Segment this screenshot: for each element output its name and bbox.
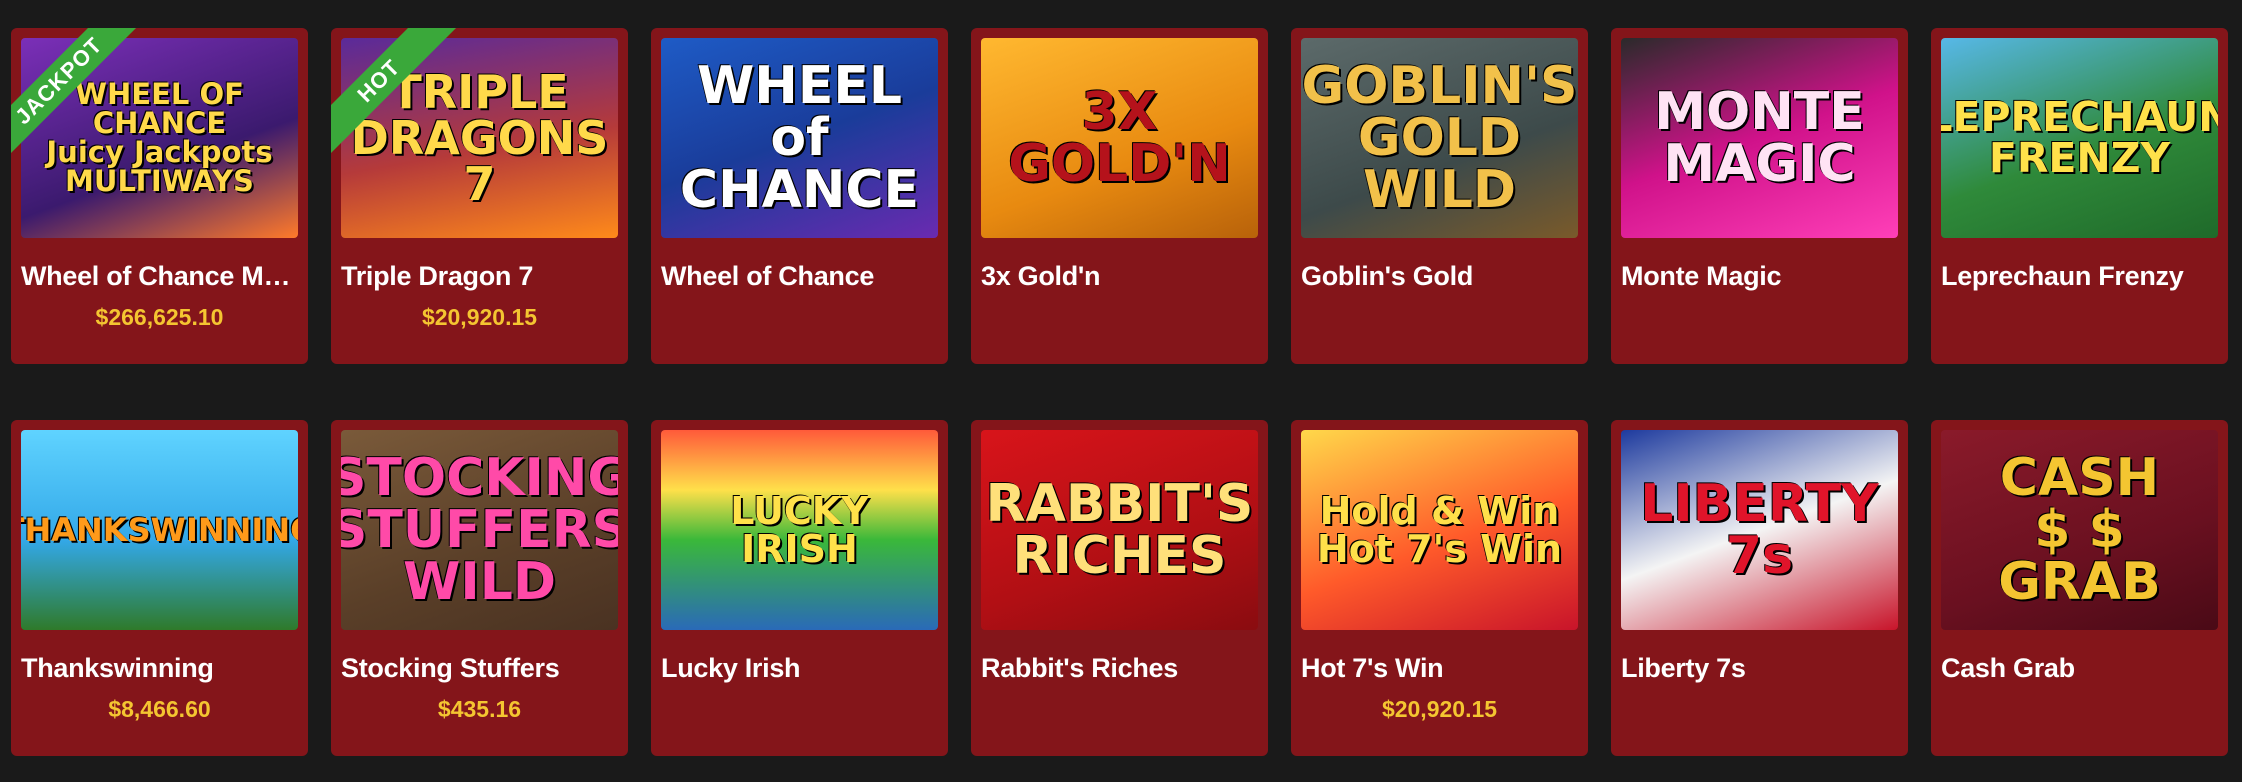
game-logo-art: 3X GOLD'N (1008, 82, 1231, 194)
game-card[interactable]: LEPRECHAUN FRENZY Leprechaun Frenzy (1931, 28, 2228, 364)
game-logo-art: RABBIT'S RICHES (985, 474, 1254, 586)
game-card[interactable]: TRIPLE DRAGONS 7 HOT Triple Dragon 7 $20,92… (331, 28, 628, 364)
game-thumbnail[interactable]: STOCKING STUFFERS WILD (341, 430, 618, 630)
game-card[interactable]: THANKSWINNING Thankswinning $8,466.60 (11, 420, 308, 756)
game-thumbnail[interactable]: LUCKY IRISH (661, 430, 938, 630)
game-title[interactable]: Triple Dragon 7 (341, 261, 621, 292)
game-title[interactable]: 3x Gold'n (981, 261, 1261, 292)
game-logo-art: LEPRECHAUN FRENZY (1941, 93, 2218, 182)
game-card[interactable]: 3X GOLD'N 3x Gold'n (971, 28, 1268, 364)
game-logo-art: GOBLIN'S GOLD WILD (1301, 56, 1578, 220)
game-logo-art: WHEEL OF CHANCE Juicy Jackpots MULTIWAYS (46, 77, 273, 198)
game-thumbnail[interactable]: THANKSWINNING (21, 430, 298, 630)
game-card[interactable]: STOCKING STUFFERS WILD Stocking Stuffers $… (331, 420, 628, 756)
game-logo-art: LUCKY IRISH (730, 489, 869, 571)
game-logo-art: MONTE MAGIC (1654, 82, 1865, 194)
game-logo-art: CASH $ $ GRAB (1998, 448, 2161, 612)
jackpot-amount: $266,625.10 (95, 304, 224, 330)
game-thumbnail[interactable]: GOBLIN'S GOLD WILD (1301, 38, 1578, 238)
game-thumbnail[interactable]: WHEEL of CHANCE (661, 38, 938, 238)
game-title[interactable]: Wheel of Chance (661, 261, 941, 292)
game-title[interactable]: Rabbit's Riches (981, 653, 1261, 684)
jackpot-amount: $8,466.60 (108, 696, 211, 722)
game-logo-art: THANKSWINNING (21, 511, 298, 549)
game-title[interactable]: Wheel of Chance Multi… (21, 261, 301, 292)
game-thumbnail[interactable]: CASH $ $ GRAB (1941, 430, 2218, 630)
jackpot-amount: $435.16 (437, 696, 522, 722)
game-title[interactable]: Lucky Irish (661, 653, 941, 684)
game-title[interactable]: Goblin's Gold (1301, 261, 1581, 292)
game-logo-art: STOCKING STUFFERS WILD (341, 448, 618, 612)
game-thumbnail[interactable]: MONTE MAGIC (1621, 38, 1898, 238)
game-card[interactable]: WHEEL OF CHANCE Juicy Jackpots MULTIWAYS… (11, 28, 308, 364)
game-card[interactable]: WHEEL of CHANCE Wheel of Chance (651, 28, 948, 364)
game-card[interactable]: LUCKY IRISH Lucky Irish (651, 420, 948, 756)
game-card[interactable]: LIBERTY 7s Liberty 7s (1611, 420, 1908, 756)
game-card[interactable]: MONTE MAGIC Monte Magic (1611, 28, 1908, 364)
game-card[interactable]: RABBIT'S RICHES Rabbit's Riches (971, 420, 1268, 756)
game-logo-art: LIBERTY 7s (1640, 474, 1879, 586)
game-card[interactable]: GOBLIN'S GOLD WILD Goblin's Gold (1291, 28, 1588, 364)
game-title[interactable]: Thankswinning (21, 653, 301, 684)
jackpot-amount: $20,920.15 (1381, 696, 1498, 722)
game-title[interactable]: Liberty 7s (1621, 653, 1901, 684)
game-card[interactable]: CASH $ $ GRAB Cash Grab (1931, 420, 2228, 756)
game-title[interactable]: Leprechaun Frenzy (1941, 261, 2221, 292)
game-thumbnail[interactable]: LIBERTY 7s (1621, 430, 1898, 630)
game-card[interactable]: Hold & Win Hot 7's Win Hot 7's Win $20,920… (1291, 420, 1588, 756)
game-grid: WHEEL OF CHANCE Juicy Jackpots MULTIWAYS… (11, 28, 2228, 756)
game-title[interactable]: Stocking Stuffers (341, 653, 621, 684)
game-title[interactable]: Hot 7's Win (1301, 653, 1581, 684)
game-thumbnail[interactable]: LEPRECHAUN FRENZY (1941, 38, 2218, 238)
game-logo-art: Hold & Win Hot 7's Win (1316, 489, 1563, 571)
game-title[interactable]: Cash Grab (1941, 653, 2221, 684)
game-thumbnail[interactable]: RABBIT'S RICHES (981, 430, 1258, 630)
jackpot-amount: $20,920.15 (421, 304, 538, 330)
game-thumbnail[interactable]: 3X GOLD'N (981, 38, 1258, 238)
game-logo-art: WHEEL of CHANCE (679, 56, 920, 220)
game-thumbnail[interactable]: Hold & Win Hot 7's Win (1301, 430, 1578, 630)
game-title[interactable]: Monte Magic (1621, 261, 1901, 292)
